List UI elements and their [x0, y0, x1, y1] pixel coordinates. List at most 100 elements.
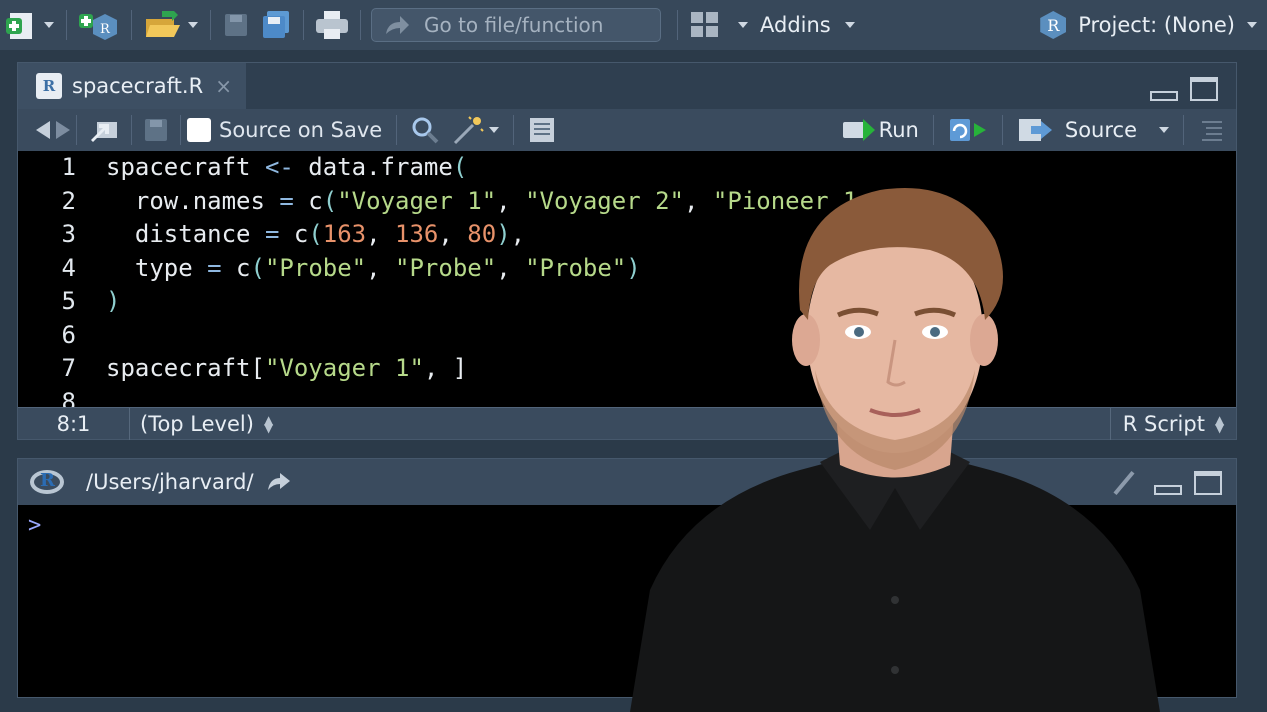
up-down-arrows-icon: ▲ ▼ [1214, 413, 1225, 435]
save-all-button[interactable] [255, 7, 297, 43]
code-token: row.names [106, 186, 280, 215]
maximize-pane-icon[interactable] [1190, 77, 1218, 101]
code-token: 80 [467, 220, 497, 248]
goto-arrow-icon [386, 16, 409, 34]
editor-toolbar: Source on Save Run Source [18, 109, 1236, 151]
save-button[interactable] [217, 7, 255, 43]
search-icon[interactable] [411, 116, 439, 144]
save-icon[interactable] [144, 118, 168, 142]
run-label: Run [878, 118, 919, 142]
code-token: "Voyager 1" [264, 354, 424, 382]
toolbar-divider [66, 10, 67, 40]
line-number: 7 [61, 354, 76, 382]
line-number: 8 [61, 387, 76, 408]
printer-icon [316, 11, 348, 39]
main-toolbar: R Go to file/function Addins R Project: … [0, 0, 1267, 50]
save-all-icon [263, 11, 289, 38]
addins-menu[interactable]: Addins [760, 13, 855, 37]
folder-open-icon [146, 11, 180, 37]
chevron-down-icon[interactable] [1159, 127, 1169, 133]
code-text: spacecraft["Voyager 1", ] [76, 352, 467, 386]
source-label: Source [1064, 118, 1137, 142]
compile-report-icon[interactable] [528, 117, 556, 143]
code-token: , [510, 220, 526, 248]
outline-icon[interactable] [1198, 119, 1224, 141]
goto-file-function-input[interactable]: Go to file/function [371, 8, 661, 42]
toolbar-divider [180, 115, 181, 145]
code-token: ( [452, 153, 468, 181]
rerun-icon[interactable] [948, 117, 988, 143]
chevron-down-icon [738, 22, 748, 28]
back-arrow-icon[interactable] [36, 121, 50, 139]
pane-layout-button[interactable] [684, 7, 754, 43]
scope-selector[interactable]: (Top Level) ▲ ▼ [130, 412, 273, 436]
code-token: c [293, 186, 323, 215]
code-token: = [279, 186, 294, 215]
toolbar-divider [360, 10, 361, 40]
code-token: = [264, 220, 280, 248]
code-token: c [221, 253, 251, 282]
close-tab-icon[interactable]: × [215, 74, 232, 98]
minimize-pane-icon[interactable] [1150, 91, 1178, 101]
toolbar-divider [1183, 115, 1184, 145]
code-token: spacecraft [106, 153, 265, 181]
source-button[interactable]: Source [1017, 117, 1169, 143]
tab-label: spacecraft.R [72, 74, 204, 98]
code-token: , [496, 186, 526, 215]
cursor-position: 8:1 [18, 407, 130, 440]
chevron-down-icon[interactable] [489, 127, 500, 133]
toolbar-divider [131, 115, 132, 145]
maximize-pane-icon[interactable] [1194, 471, 1222, 495]
editor-toolbar-right: Run Source [842, 109, 1224, 151]
project-menu[interactable]: R Project: (None) [1040, 0, 1257, 50]
run-button[interactable]: Run [842, 118, 919, 142]
toolbar-divider [303, 10, 304, 40]
go-to-directory-icon[interactable] [266, 472, 292, 492]
new-project-button[interactable]: R [73, 7, 125, 43]
toolbar-divider [210, 10, 211, 40]
chevron-down-icon [844, 22, 855, 28]
new-file-button[interactable] [0, 7, 60, 43]
code-token: data.frame [293, 153, 453, 181]
open-file-button[interactable] [138, 7, 204, 43]
code-token: ) [496, 220, 511, 248]
code-token: 136 [395, 220, 439, 248]
line-number: 1 [61, 153, 76, 181]
code-token: "Probe" [525, 253, 627, 282]
code-text: type = c("Probe", "Probe", "Probe") [76, 252, 641, 286]
tab-spacecraft-r[interactable]: R spacecraft.R × [18, 63, 246, 109]
toolbar-divider [1001, 115, 1003, 145]
editor-tab-bar: R spacecraft.R × [18, 63, 1236, 109]
code-token: ( [322, 186, 338, 215]
code-token: "Probe" [395, 253, 497, 282]
line-number: 5 [61, 287, 76, 315]
toolbar-divider [76, 115, 77, 145]
source-on-save-label: Source on Save [219, 118, 383, 142]
show-in-window-icon[interactable] [89, 118, 119, 142]
toolbar-divider [131, 10, 132, 40]
code-token: "Probe" [264, 253, 367, 282]
goto-placeholder: Go to file/function [424, 13, 604, 37]
line-number: 2 [61, 186, 76, 215]
grid-layout-icon [691, 12, 718, 37]
code-token: type [106, 253, 208, 282]
code-tools-wand-icon[interactable] [451, 115, 485, 145]
print-button[interactable] [310, 7, 354, 43]
source-file-icon [1018, 119, 1052, 141]
forward-arrow-icon[interactable] [56, 121, 70, 139]
pane-window-controls [1150, 77, 1218, 101]
toolbar-divider [677, 10, 678, 40]
chevron-down-icon [188, 22, 198, 28]
code-token: "Voyager 1" [337, 186, 497, 215]
new-project-icon: R [79, 14, 117, 40]
code-token: ) [106, 287, 121, 315]
source-on-save-checkbox[interactable] [187, 118, 211, 142]
pane-window-controls [1154, 471, 1222, 495]
code-text: spacecraft <- data.frame( [76, 151, 467, 185]
new-file-icon [6, 13, 32, 39]
code-token: <- [264, 153, 294, 181]
console-working-directory: /Users/jharvard/ [86, 470, 254, 494]
line-number: 4 [61, 253, 76, 282]
code-token: , [366, 253, 396, 282]
